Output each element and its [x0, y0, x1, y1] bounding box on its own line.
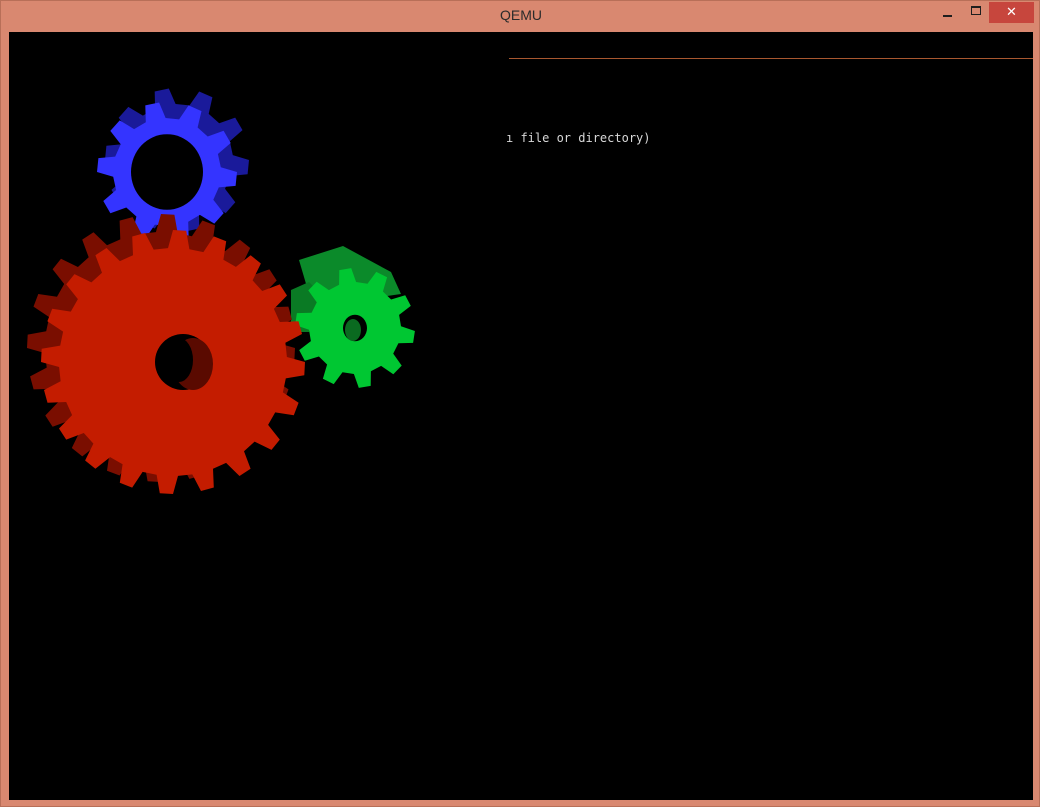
close-icon: ✕ [1006, 5, 1017, 20]
maximize-icon [971, 6, 981, 15]
vm-display[interactable]: ı file or directory) [9, 32, 1033, 800]
window-title: QEMU [500, 7, 542, 23]
red-gear-hole-inner [165, 338, 193, 382]
gears-graphic [27, 88, 415, 494]
green-gear-hole-shade [345, 319, 361, 341]
minimize-button[interactable] [933, 2, 961, 23]
close-button[interactable]: ✕ [989, 2, 1034, 23]
blue-gear-hole [131, 134, 203, 210]
maximize-button[interactable] [962, 2, 990, 23]
minimize-icon [942, 14, 952, 17]
qemu-window: QEMU ✕ ı file or directory) [0, 0, 1040, 807]
title-bar[interactable]: QEMU ✕ [1, 1, 1040, 31]
